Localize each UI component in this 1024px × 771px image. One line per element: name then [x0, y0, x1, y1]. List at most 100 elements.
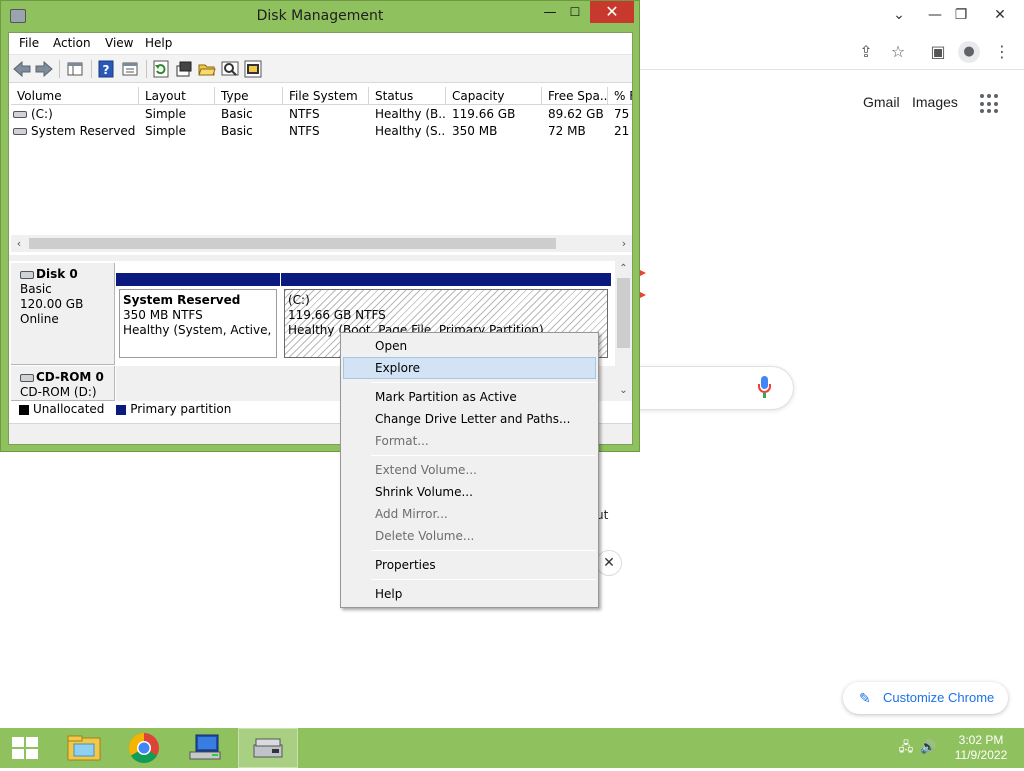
volume-status: Healthy (B...	[375, 107, 446, 121]
google-apps-icon[interactable]	[980, 94, 1000, 114]
disk-settings-icon[interactable]	[244, 60, 262, 78]
menu-view[interactable]: View	[105, 36, 133, 50]
menu-file[interactable]: File	[19, 36, 39, 50]
partition-bar	[281, 273, 611, 286]
menu-item-add-mirror[interactable]: Add Mirror...	[343, 503, 596, 525]
table-row[interactable]: System Reserved Simple Basic NTFS Health…	[11, 123, 632, 140]
volume-free-space: 72 MB	[548, 124, 586, 138]
close-icon[interactable]: ✕	[596, 550, 622, 576]
primary-partition-swatch	[116, 404, 127, 415]
chrome-restore-button[interactable]: ❐	[946, 2, 976, 28]
menu-item-extend-volume[interactable]: Extend Volume...	[343, 459, 596, 481]
microphone-icon[interactable]	[758, 376, 771, 398]
column-layout[interactable]: Layout	[139, 87, 215, 105]
clock[interactable]: 3:02 PM 11/9/2022	[946, 733, 1016, 763]
volume-capacity: 119.66 GB	[452, 107, 516, 121]
horizontal-scroll-thumb[interactable]	[29, 238, 556, 249]
minimize-button[interactable]: —	[539, 5, 561, 25]
volume-percent-free: 75	[614, 107, 630, 121]
customize-chrome-label: Customize Chrome	[883, 690, 995, 705]
taskbar-disk-management[interactable]	[238, 728, 298, 768]
partition-size: 119.66 GB NTFS	[288, 308, 386, 322]
clock-time: 3:02 PM	[958, 733, 1004, 747]
legend-unallocated: Unallocated	[33, 402, 105, 416]
column-type[interactable]: Type	[215, 87, 283, 105]
cdrom-icon	[20, 373, 34, 382]
menu-item-format[interactable]: Format...	[343, 430, 596, 452]
side-panel-icon[interactable]: ▣	[928, 42, 948, 62]
column-volume[interactable]: Volume	[11, 87, 139, 105]
partition-title: System Reserved	[123, 293, 241, 307]
partition-size: 350 MB NTFS	[123, 308, 203, 322]
profile-icon[interactable]: ●	[958, 41, 980, 63]
menu-item-explore[interactable]: Explore	[343, 357, 596, 379]
kebab-menu-icon[interactable]: ⋮	[992, 42, 1012, 62]
cdrom-0-label[interactable]: CD-ROM 0 CD-ROM (D:)	[11, 366, 115, 401]
unallocated-swatch	[19, 404, 29, 415]
volume-percent-free: 21	[614, 124, 630, 138]
forward-arrow-icon[interactable]	[35, 60, 53, 78]
disk-name: Disk 0	[36, 267, 78, 281]
menu-item-mark-active[interactable]: Mark Partition as Active	[343, 386, 596, 408]
clock-date: 11/9/2022	[954, 748, 1008, 762]
scroll-right-icon[interactable]: ›	[616, 235, 632, 252]
taskbar-chrome[interactable]	[114, 728, 174, 768]
taskbar: 🖧 🔊 3:02 PM 11/9/2022	[0, 728, 1024, 768]
scroll-up-icon[interactable]: ⌃	[615, 261, 632, 277]
taskbar-network[interactable]	[176, 728, 236, 768]
menu-action[interactable]: Action	[53, 36, 91, 50]
vertical-scroll-thumb[interactable]	[617, 278, 630, 348]
menu-item-properties[interactable]: Properties	[343, 554, 596, 576]
drive-icon	[13, 111, 27, 118]
rescan-disks-icon[interactable]	[175, 60, 193, 78]
magnify-icon[interactable]	[221, 60, 239, 78]
start-icon	[12, 737, 38, 759]
disk-size: 120.00 GB	[20, 297, 84, 311]
chrome-tab-search-icon[interactable]: ⌄	[884, 2, 914, 28]
refresh-icon[interactable]	[152, 60, 170, 78]
volume-icon[interactable]: 🔊	[920, 740, 936, 756]
scroll-down-icon[interactable]: ⌄	[615, 383, 632, 399]
menu-item-shrink-volume[interactable]: Shrink Volume...	[343, 481, 596, 503]
vertical-scrollbar[interactable]: ⌃ ⌄	[615, 261, 632, 401]
column-free-space[interactable]: Free Spa...	[542, 87, 608, 105]
network-computer-icon	[189, 734, 221, 760]
horizontal-scrollbar[interactable]: ‹ ›	[11, 235, 632, 252]
partition-status: Healthy (System, Active, Primary Partiti…	[123, 323, 276, 337]
back-arrow-icon[interactable]	[13, 60, 31, 78]
close-button[interactable]: ✕	[590, 1, 634, 23]
chrome-close-button[interactable]: ✕	[985, 2, 1015, 28]
menu-item-delete-volume[interactable]: Delete Volume...	[343, 525, 596, 547]
start-button[interactable]	[0, 728, 52, 768]
gmail-link[interactable]: Gmail	[863, 94, 900, 110]
properties-icon[interactable]	[121, 60, 139, 78]
menu-item-change-drive-letter[interactable]: Change Drive Letter and Paths...	[343, 408, 596, 430]
column-capacity[interactable]: Capacity	[446, 87, 542, 105]
column-percent-free[interactable]: % F	[608, 87, 632, 105]
volume-file-system: NTFS	[289, 107, 320, 121]
customize-chrome-button[interactable]: ✎ Customize Chrome	[843, 682, 1008, 714]
volume-name: System Reserved	[31, 124, 136, 138]
partition-system-reserved[interactable]: System Reserved 350 MB NTFS Healthy (Sys…	[116, 273, 280, 359]
menu-item-help[interactable]: Help	[343, 583, 596, 605]
taskbar-file-explorer[interactable]	[54, 728, 114, 768]
toolbar: ?	[9, 54, 632, 83]
column-file-system[interactable]: File System	[283, 87, 369, 105]
table-row[interactable]: (C:) Simple Basic NTFS Healthy (B... 119…	[11, 106, 632, 123]
help-icon[interactable]: ?	[97, 60, 115, 78]
network-tray-icon[interactable]: 🖧	[898, 740, 914, 756]
star-icon[interactable]: ☆	[888, 42, 908, 62]
share-icon[interactable]: ⇪	[856, 42, 876, 62]
column-status[interactable]: Status	[369, 87, 446, 105]
menu-item-open[interactable]: Open	[343, 335, 596, 357]
console-tree-icon[interactable]	[66, 60, 84, 78]
scroll-left-icon[interactable]: ‹	[11, 235, 27, 252]
maximize-button[interactable]: ☐	[563, 5, 587, 25]
disk-0-label[interactable]: Disk 0 Basic 120.00 GB Online	[11, 263, 115, 365]
menu-help[interactable]: Help	[145, 36, 172, 50]
volume-table-header: Volume Layout Type File System Status Ca…	[11, 87, 632, 105]
volume-free-space: 89.62 GB	[548, 107, 604, 121]
images-link[interactable]: Images	[912, 94, 958, 110]
window-titlebar[interactable]: Disk Management — ☐ ✕	[1, 1, 639, 32]
open-folder-icon[interactable]	[198, 60, 216, 78]
